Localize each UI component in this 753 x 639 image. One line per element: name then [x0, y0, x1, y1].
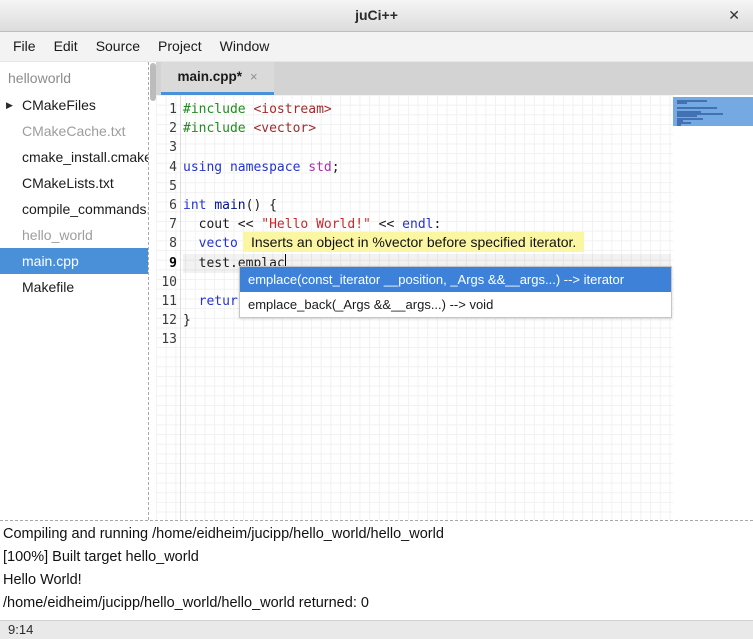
code-token: retur — [199, 294, 238, 309]
line-number: 8 — [156, 234, 177, 253]
completion-item[interactable]: emplace_back(_Args &&__args...) --> void — [240, 292, 671, 317]
window-close-button[interactable]: ✕ — [728, 0, 740, 30]
code-token: () { — [246, 198, 277, 213]
minimap-code-line — [677, 102, 687, 104]
line-number: 1 — [156, 100, 177, 119]
menu-item-window[interactable]: Window — [211, 32, 279, 60]
code-line[interactable]: #include <vector> — [183, 119, 671, 138]
menu-item-source[interactable]: Source — [87, 32, 149, 60]
line-number: 4 — [156, 158, 177, 177]
code-token: std — [308, 160, 331, 175]
code-token: } — [183, 313, 191, 328]
terminal-line: /home/eidheim/jucipp/hello_world/hello_w… — [3, 592, 753, 615]
jucipp-window: juCi++ ✕ FileEditSourceProjectWindow hel… — [0, 0, 753, 639]
menu-item-edit[interactable]: Edit — [45, 32, 87, 60]
minimap-viewport[interactable] — [673, 97, 753, 126]
code-token: main — [214, 198, 245, 213]
line-number: 3 — [156, 138, 177, 157]
titlebar[interactable]: juCi++ ✕ — [0, 0, 753, 32]
code-line[interactable] — [183, 177, 671, 196]
line-number: 10 — [156, 273, 177, 292]
sidebar-item-cmakefiles[interactable]: ▶CMakeFiles — [0, 92, 148, 118]
code-token: #include — [183, 121, 246, 136]
code-line[interactable]: int main() { — [183, 196, 671, 215]
minimap-code-line — [677, 124, 681, 126]
line-number: 13 — [156, 330, 177, 349]
code-token: : — [433, 217, 441, 232]
menubar: FileEditSourceProjectWindow — [0, 32, 753, 62]
terminal-output[interactable]: Compiling and running /home/eidheim/juci… — [0, 520, 753, 620]
cursor-position-label: 9:14 — [8, 622, 33, 637]
doc-tooltip: Inserts an object in %vector before spec… — [243, 232, 584, 252]
sidebar-item-cmakelists-txt[interactable]: CMakeLists.txt — [0, 170, 148, 196]
code-line[interactable] — [183, 330, 671, 349]
tab-label: main.cpp* — [177, 69, 242, 84]
line-number: 11 — [156, 292, 177, 311]
line-number-gutter: 12345678910111213 — [156, 100, 177, 349]
code-token: endl — [402, 217, 433, 232]
code-token: << — [371, 217, 402, 232]
line-number: 12 — [156, 311, 177, 330]
code-token: int — [183, 198, 206, 213]
code-token: ; — [332, 160, 340, 175]
gutter-separator — [180, 95, 181, 520]
sidebar-item-main-cpp[interactable]: main.cpp — [0, 248, 148, 274]
code-token — [183, 294, 199, 309]
tab-close-icon[interactable]: × — [250, 69, 258, 84]
code-line[interactable] — [183, 138, 671, 157]
sidebar-item-hello-world[interactable]: hello_world — [0, 222, 148, 248]
line-number: 9 — [156, 254, 177, 273]
tab-bar: main.cpp* × — [156, 62, 753, 95]
tab-main-cpp[interactable]: main.cpp* × — [161, 62, 274, 95]
menu-item-project[interactable]: Project — [149, 32, 211, 60]
terminal-line: Compiling and running /home/eidheim/juci… — [3, 523, 753, 546]
sidebar-item-compile-commands[interactable]: compile_commands. — [0, 196, 148, 222]
line-number: 7 — [156, 215, 177, 234]
code-token: #include — [183, 102, 246, 117]
window-title: juCi++ — [0, 0, 753, 30]
project-label: helloworld — [0, 64, 148, 92]
status-bar: 9:14 — [0, 620, 753, 639]
terminal-line: [100%] Built target hello_world — [3, 546, 753, 569]
line-number: 5 — [156, 177, 177, 196]
completion-item[interactable]: emplace(const_iterator __position, _Args… — [240, 267, 671, 292]
code-token: using — [183, 160, 222, 175]
code-token: cout << — [183, 217, 261, 232]
code-token: <vector> — [253, 121, 316, 136]
code-line[interactable]: #include <iostream> — [183, 100, 671, 119]
code-line[interactable]: using namespace std; — [183, 158, 671, 177]
line-number: 6 — [156, 196, 177, 215]
code-token: namespace — [230, 160, 300, 175]
file-tree-sidebar[interactable]: helloworld▶CMakeFilesCMakeCache.txtcmake… — [0, 62, 149, 520]
menu-item-file[interactable]: File — [4, 32, 45, 60]
code-token: <iostream> — [253, 102, 331, 117]
expander-icon[interactable]: ▶ — [6, 92, 13, 118]
code-token — [183, 236, 199, 251]
terminal-line: Hello World! — [3, 569, 753, 592]
completion-popup: emplace(const_iterator __position, _Args… — [239, 266, 672, 318]
line-number: 2 — [156, 119, 177, 138]
minimap[interactable] — [673, 95, 753, 520]
minimap-code-line — [677, 107, 717, 109]
sidebar-item-makefile[interactable]: Makefile — [0, 274, 148, 300]
code-token: "Hello World!" — [261, 217, 371, 232]
sidebar-item-cmake-install-cmake[interactable]: cmake_install.cmake — [0, 144, 148, 170]
code-token — [222, 160, 230, 175]
code-token: vecto — [199, 236, 238, 251]
sidebar-item-cmakecache-txt[interactable]: CMakeCache.txt — [0, 118, 148, 144]
